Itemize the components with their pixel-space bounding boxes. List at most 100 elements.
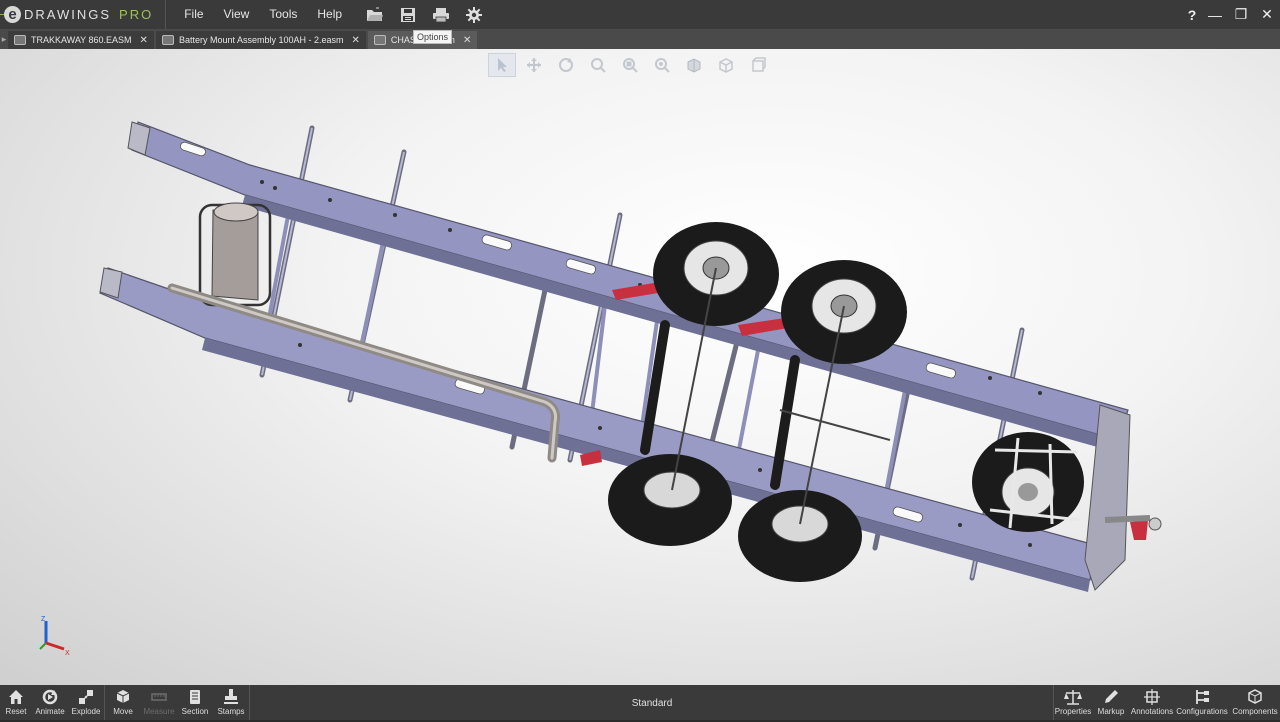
- logo-text: DRAWINGS: [24, 7, 112, 22]
- tab-pin-icon[interactable]: ▸: [0, 29, 8, 49]
- coordinate-triad: Z X: [39, 616, 70, 657]
- select-icon: [498, 58, 507, 72]
- display-style-button[interactable]: [712, 53, 740, 77]
- bottom-right-tools: Properties Markup Annotations Configurat…: [1053, 685, 1280, 720]
- measure-label: Measure: [143, 707, 175, 716]
- stamp-icon: [224, 689, 238, 704]
- heads-up-view-toolbar: [488, 53, 776, 77]
- logo-pro: PRO: [119, 7, 154, 22]
- section-view-icon: [752, 57, 766, 72]
- tab-trakkaway[interactable]: TRAKKAWAY 860.EASM ✕: [8, 31, 154, 49]
- wheel-upper-rear: [781, 260, 907, 364]
- components-button[interactable]: Components: [1230, 685, 1280, 720]
- menu-help[interactable]: Help: [307, 0, 352, 29]
- section-button[interactable]: Section: [177, 685, 213, 720]
- components-label: Components: [1232, 707, 1278, 716]
- rotate-button[interactable]: [552, 53, 580, 77]
- graphics-viewport[interactable]: Z X: [0, 49, 1280, 685]
- configurations-icon: [1196, 690, 1209, 704]
- assembly-icon: [161, 35, 174, 45]
- minimize-button[interactable]: —: [1202, 0, 1228, 29]
- explode-icon: [79, 690, 93, 704]
- configurations-button[interactable]: Configurations: [1174, 685, 1230, 720]
- standard-status: Standard: [631, 698, 673, 709]
- animate-button[interactable]: Animate: [32, 685, 68, 720]
- zoom-icon: [591, 58, 606, 73]
- toolbar-separator: [249, 685, 250, 720]
- pencil-icon: [1105, 690, 1118, 703]
- tab-battery-mount[interactable]: Battery Mount Assembly 100AH - 2.easm ✕: [155, 31, 366, 49]
- restore-button[interactable]: ❐: [1228, 0, 1254, 29]
- pan-button[interactable]: [520, 53, 548, 77]
- move-button[interactable]: Move: [105, 685, 141, 720]
- app-logo: e DRAWINGS PRO: [0, 0, 153, 29]
- zoom-to-fit-icon: [655, 58, 670, 73]
- options-gear-icon: [465, 6, 482, 23]
- section-label: Section: [181, 707, 209, 716]
- zoom-to-fit-button[interactable]: [648, 53, 676, 77]
- properties-icon: [1064, 690, 1082, 705]
- zoom-to-area-icon: [623, 58, 638, 73]
- wheel-upper-front: [653, 222, 779, 326]
- title-separator: [165, 0, 167, 29]
- fuel-tank: [198, 202, 272, 307]
- section-view-button[interactable]: [744, 53, 772, 77]
- wheel-lower-front: [608, 454, 732, 546]
- home-icon: [9, 690, 23, 704]
- annotations-label: Annotations: [1130, 707, 1174, 716]
- save-icon: [400, 7, 415, 22]
- help-button[interactable]: ?: [1182, 0, 1202, 29]
- bottom-left-tools: Reset Animate Explode Move Measure Secti…: [0, 685, 250, 720]
- section-icon: [190, 690, 200, 704]
- tab-close-icon[interactable]: ✕: [352, 35, 360, 46]
- window-controls: — ❐ ✕: [1202, 0, 1280, 29]
- tab-close-icon[interactable]: ✕: [140, 35, 148, 46]
- zoom-button[interactable]: [584, 53, 612, 77]
- options-button[interactable]: [457, 0, 490, 29]
- view-orientation-icon: [687, 58, 701, 73]
- markup-label: Markup: [1097, 707, 1125, 716]
- assembly-icon: [373, 35, 386, 45]
- triad-x-label: X: [65, 650, 70, 657]
- menu-tools[interactable]: Tools: [259, 0, 307, 29]
- spare-wheel: [972, 432, 1084, 532]
- display-style-icon: [719, 58, 733, 73]
- reset-button[interactable]: Reset: [0, 685, 32, 720]
- explode-button[interactable]: Explode: [68, 685, 104, 720]
- animate-icon: [42, 689, 58, 705]
- rotate-icon: [559, 58, 573, 72]
- logo-e-icon: e: [0, 6, 21, 23]
- menu-file[interactable]: File: [174, 0, 213, 29]
- open-button[interactable]: [358, 0, 391, 29]
- markup-button[interactable]: Markup: [1092, 685, 1130, 720]
- components-icon: [1248, 689, 1262, 704]
- configurations-label: Configurations: [1176, 707, 1228, 716]
- print-icon: [432, 7, 449, 22]
- tab-close-icon[interactable]: ✕: [463, 35, 471, 46]
- close-window-button[interactable]: ✕: [1254, 0, 1280, 29]
- tab-label: Battery Mount Assembly 100AH - 2.easm: [178, 35, 344, 45]
- animate-label: Animate: [35, 707, 65, 716]
- stamps-button[interactable]: Stamps: [213, 685, 249, 720]
- wheel-lower-rear: [738, 490, 862, 582]
- assembly-icon: [14, 35, 26, 45]
- annotations-icon: [1144, 689, 1160, 705]
- chassis-model[interactable]: [0, 49, 1280, 685]
- quick-access-toolbar: [358, 0, 490, 29]
- title-bar: e DRAWINGS PRO File View Tools Help ? — …: [0, 0, 1280, 29]
- bottom-toolbar: Reset Animate Explode Move Measure Secti…: [0, 685, 1280, 720]
- properties-button[interactable]: Properties: [1054, 685, 1092, 720]
- annotations-button[interactable]: Annotations: [1130, 685, 1174, 720]
- menu-view[interactable]: View: [214, 0, 260, 29]
- select-button[interactable]: [488, 53, 516, 77]
- triad-z-label: Z: [41, 616, 46, 623]
- print-button[interactable]: [424, 0, 457, 29]
- explode-label: Explode: [71, 707, 101, 716]
- open-icon: [366, 7, 383, 21]
- save-button[interactable]: [391, 0, 424, 29]
- measure-button[interactable]: Measure: [141, 685, 177, 720]
- view-orientation-button[interactable]: [680, 53, 708, 77]
- zoom-to-area-button[interactable]: [616, 53, 644, 77]
- reset-label: Reset: [5, 707, 27, 716]
- move-icon: [116, 690, 130, 703]
